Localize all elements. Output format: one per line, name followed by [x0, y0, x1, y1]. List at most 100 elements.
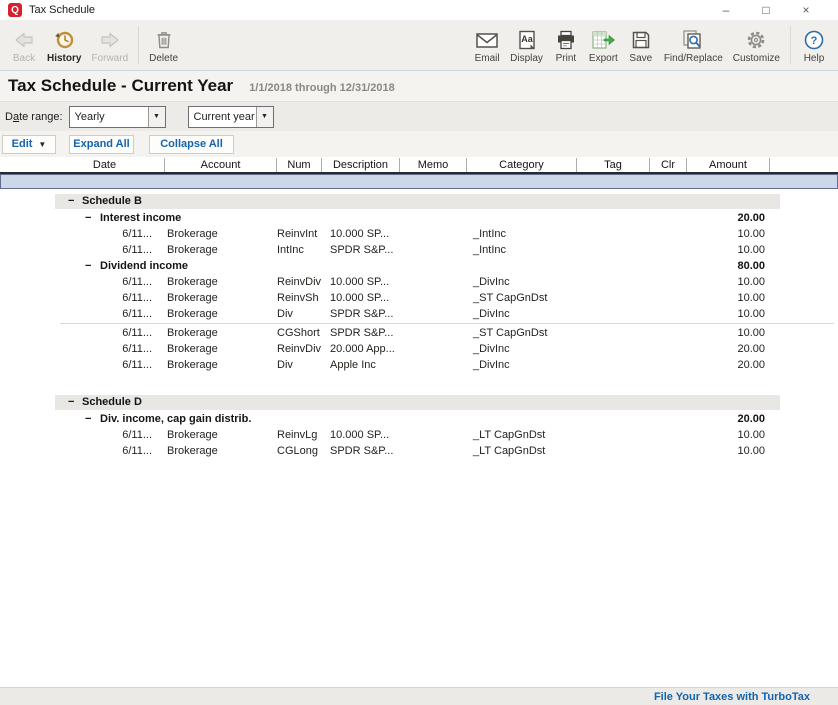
cell-clr	[650, 226, 687, 242]
cell-tag	[577, 226, 650, 242]
group-header[interactable]: −Interest income20.00	[0, 210, 838, 226]
transaction-row[interactable]: 6/11...BrokerageReinvInt10.000 SP..._Int…	[0, 226, 838, 242]
section-header[interactable]: −Schedule B	[55, 194, 780, 209]
collapse-icon[interactable]: −	[68, 395, 74, 410]
window-title: Tax Schedule	[29, 4, 95, 16]
find-replace-button[interactable]: Find/Replace	[659, 22, 728, 68]
forward-arrow-icon	[97, 27, 123, 53]
delete-button[interactable]: Delete	[144, 22, 183, 68]
save-button[interactable]: Save	[623, 22, 659, 68]
group-header[interactable]: −Dividend income80.00	[0, 258, 838, 274]
cell-amount: 20.00	[687, 341, 770, 357]
cell-memo	[400, 290, 467, 306]
quicken-logo-icon: Q	[8, 3, 22, 17]
transaction-row[interactable]: 6/11...BrokerageReinvDiv10.000 SP..._Div…	[0, 274, 838, 290]
back-button[interactable]: Back	[6, 22, 42, 68]
collapse-icon[interactable]: −	[85, 258, 91, 274]
cell-clr	[650, 242, 687, 258]
column-header-tag[interactable]: Tag	[577, 158, 650, 172]
printer-icon	[553, 27, 579, 53]
cell-memo	[400, 242, 467, 258]
cell-date: 6/11...	[0, 357, 165, 373]
cell-filler	[770, 341, 838, 357]
report-date-range-text: 1/1/2018 through 12/31/2018	[249, 79, 395, 94]
cell-tag	[577, 357, 650, 373]
transaction-row[interactable]: 6/11...BrokerageReinvSh10.000 SP..._ST C…	[0, 290, 838, 306]
column-header-account[interactable]: Account	[165, 158, 277, 172]
toolbar-separator	[138, 26, 139, 64]
history-button[interactable]: History	[42, 22, 86, 68]
column-header-num[interactable]: Num	[277, 158, 322, 172]
display-button[interactable]: Aa Display	[505, 22, 548, 68]
transaction-row[interactable]: 6/11...BrokerageDivSPDR S&P..._DivInc10.…	[0, 306, 838, 322]
toolbar: Back History Forward	[0, 20, 838, 71]
export-button[interactable]: Export	[584, 22, 623, 68]
cell-account: Brokerage	[165, 226, 277, 242]
column-header-amount[interactable]: Amount	[687, 158, 770, 172]
column-header-memo[interactable]: Memo	[400, 158, 467, 172]
cell-num: IntInc	[277, 242, 322, 258]
cell-description: 10.000 SP...	[322, 427, 400, 443]
cell-date: 6/11...	[0, 242, 165, 258]
help-button[interactable]: ? Help	[796, 22, 832, 68]
column-header-category[interactable]: Category	[467, 158, 577, 172]
row-divider	[60, 323, 834, 324]
print-button[interactable]: Print	[548, 22, 584, 68]
envelope-icon	[474, 27, 500, 53]
cell-account: Brokerage	[165, 427, 277, 443]
transaction-row[interactable]: 6/11...BrokerageCGLongSPDR S&P..._LT Cap…	[0, 443, 838, 459]
date-range-label: Date range:	[5, 111, 63, 123]
floppy-disk-icon	[628, 27, 654, 53]
cell-memo	[400, 325, 467, 341]
transaction-row[interactable]: 6/11...BrokerageCGShortSPDR S&P..._ST Ca…	[0, 325, 838, 341]
transaction-row[interactable]: 6/11...BrokerageReinvLg10.000 SP..._LT C…	[0, 427, 838, 443]
title-bar: Q Tax Schedule – □ ×	[0, 0, 838, 20]
turbotax-link[interactable]: File Your Taxes with TurboTax	[654, 691, 810, 703]
column-header-description[interactable]: Description	[322, 158, 400, 172]
expand-all-button[interactable]: Expand All	[69, 135, 134, 154]
cell-date: 6/11...	[0, 274, 165, 290]
gear-icon	[743, 27, 769, 53]
forward-button[interactable]: Forward	[86, 22, 133, 68]
cell-account: Brokerage	[165, 341, 277, 357]
find-replace-icon	[680, 27, 706, 53]
collapse-icon[interactable]: −	[68, 194, 74, 209]
cell-category: _ST CapGnDst	[467, 290, 577, 306]
minimize-button[interactable]: –	[706, 3, 746, 17]
selected-row-highlight[interactable]	[0, 174, 838, 189]
column-header-clr[interactable]: Clr	[650, 158, 687, 172]
cell-amount: 10.00	[687, 226, 770, 242]
cell-description: SPDR S&P...	[322, 443, 400, 459]
cell-description: SPDR S&P...	[322, 306, 400, 322]
trash-icon	[151, 27, 177, 53]
cell-description: SPDR S&P...	[322, 325, 400, 341]
chevron-down-icon[interactable]: ▼	[148, 107, 165, 127]
period-select[interactable]: Current year ▼	[188, 106, 274, 128]
cell-category: _IntInc	[467, 242, 577, 258]
report-heading: Tax Schedule - Current Year 1/1/2018 thr…	[0, 71, 838, 101]
collapse-icon[interactable]: −	[85, 411, 91, 427]
transaction-row[interactable]: 6/11...BrokerageDivApple Inc_DivInc20.00	[0, 357, 838, 373]
close-button[interactable]: ×	[786, 3, 826, 17]
cell-date: 6/11...	[0, 226, 165, 242]
email-button[interactable]: Email	[469, 22, 505, 68]
cell-category: _IntInc	[467, 226, 577, 242]
cell-memo	[400, 306, 467, 322]
cell-filler	[770, 427, 838, 443]
collapse-icon[interactable]: −	[85, 210, 91, 226]
customize-button[interactable]: Customize	[728, 22, 785, 68]
cell-amount: 10.00	[687, 242, 770, 258]
column-header-date[interactable]: Date	[0, 158, 165, 172]
interval-select[interactable]: Yearly ▼	[69, 106, 166, 128]
maximize-button[interactable]: □	[746, 3, 786, 17]
cell-date: 6/11...	[0, 341, 165, 357]
cell-clr	[650, 357, 687, 373]
cell-tag	[577, 274, 650, 290]
transaction-row[interactable]: 6/11...BrokerageReinvDiv20.000 App..._Di…	[0, 341, 838, 357]
chevron-down-icon[interactable]: ▼	[256, 107, 273, 127]
section-header[interactable]: −Schedule D	[55, 395, 780, 410]
group-header[interactable]: −Div. income, cap gain distrib.20.00	[0, 411, 838, 427]
edit-menu-button[interactable]: Edit ▼	[2, 135, 56, 154]
transaction-row[interactable]: 6/11...BrokerageIntIncSPDR S&P..._IntInc…	[0, 242, 838, 258]
collapse-all-button[interactable]: Collapse All	[149, 135, 234, 154]
